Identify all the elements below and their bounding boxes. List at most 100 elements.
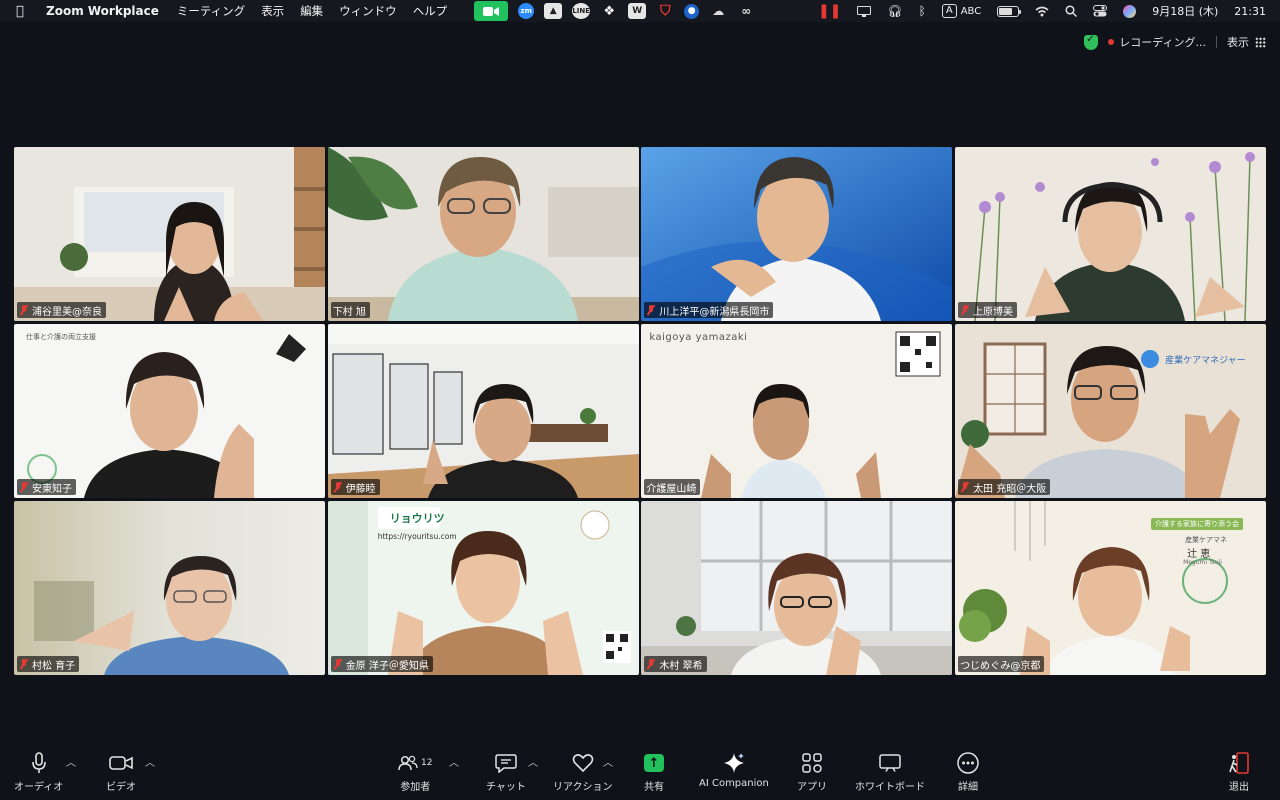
bluetooth-icon[interactable]: ᛒ: [919, 4, 926, 18]
participant-name: 安東知子: [32, 483, 72, 495]
creative-cloud-icon[interactable]: ∞: [737, 3, 755, 19]
video-tile-12[interactable]: 介護する家族に寄り添う会 産業ケアマネ 辻 恵 Megumi Tsuji つじめ…: [955, 501, 1267, 675]
line-icon[interactable]: LINE: [572, 3, 591, 19]
control-center-icon[interactable]: [1093, 5, 1108, 17]
vpn-icon[interactable]: ●: [684, 3, 700, 19]
tile-title-text: 産業ケアマネジャー: [1165, 356, 1246, 366]
meeting-top-bar: レコーディング... 表示: [0, 22, 1280, 62]
video-tile-2-active-speaker[interactable]: 下村 旭: [327, 147, 639, 321]
cloud-sync-icon[interactable]: ☁: [709, 3, 727, 19]
participant-name-tag: 木村 翠希: [644, 656, 707, 672]
meeting-status-area: レコーディング... 表示: [1084, 34, 1266, 50]
participant-name: 川上洋平@新潟県長岡市: [659, 306, 770, 318]
participant-name: 伊藤睦: [345, 483, 376, 495]
menubar-time[interactable]: 21:31: [1234, 5, 1266, 18]
tile-roman-text: Megumi Tsuji: [1183, 559, 1222, 566]
leave-door-icon: [1228, 750, 1250, 776]
participant-name: 太田 充昭＠大阪: [973, 483, 1047, 495]
apps-button[interactable]: アプリ: [797, 750, 827, 793]
participant-name-tag: 上原博美: [958, 302, 1018, 318]
video-tile-5[interactable]: 仕事と介護の両立支援 安東知子: [14, 324, 325, 498]
leave-button[interactable]: 退出: [1228, 750, 1250, 793]
menubar-date[interactable]: 9月18日 (木): [1152, 3, 1218, 19]
display-icon[interactable]: [857, 5, 872, 17]
pause-recording-icon[interactable]: ❚❚: [818, 3, 841, 19]
siri-icon[interactable]: [1123, 4, 1137, 18]
chat-button[interactable]: チャット: [486, 750, 526, 793]
upload-icon[interactable]: ▲: [544, 3, 563, 19]
ai-companion-button[interactable]: AI Companion: [699, 750, 769, 789]
recording-dot-icon: [1108, 39, 1115, 45]
tile-banner-text: 介護する家族に寄り添う会: [1151, 518, 1244, 530]
video-tile-8[interactable]: 産業ケアマネジャー 太田 充昭＠大阪: [955, 324, 1267, 498]
video-tile-7[interactable]: kaigoya yamazaki 介護屋山崎: [641, 324, 953, 498]
apple-icon[interactable]: : [16, 4, 32, 19]
video-feed: [327, 147, 639, 321]
tile-url-text: https://ryouritsu.com: [377, 532, 457, 541]
word-icon[interactable]: W: [628, 3, 647, 19]
status-tray: zm ▲ LINE ❖ W ⛉ ● ☁ ∞: [469, 1, 760, 21]
battery-icon[interactable]: [997, 5, 1022, 17]
headphones-icon[interactable]: 🎧︎: [887, 4, 902, 18]
participant-name: 村松 育子: [32, 660, 76, 672]
menu-help[interactable]: ヘルプ: [413, 3, 448, 19]
video-tile-6[interactable]: 伊藤睦: [327, 324, 639, 498]
app-name-menu[interactable]: Zoom Workplace: [46, 4, 159, 18]
mic-muted-icon: [960, 481, 970, 493]
video-tile-11[interactable]: 木村 翠希: [641, 501, 953, 675]
participants-count: 12: [421, 758, 433, 768]
audio-button[interactable]: オーディオ: [14, 750, 63, 793]
zoom-app-icon[interactable]: zm: [518, 3, 535, 19]
participant-name: 金原 洋子＠愛知県: [345, 660, 429, 672]
zoom-video-icon[interactable]: [474, 1, 509, 21]
chat-options-chevron-icon[interactable]: ︿: [528, 754, 538, 769]
reactions-options-chevron-icon[interactable]: ︿: [603, 754, 613, 769]
participant-name-tag: 太田 充昭＠大阪: [958, 479, 1051, 495]
video-feed: [14, 147, 325, 321]
tile-role-text: 産業ケアマネ: [1185, 536, 1228, 544]
whiteboard-button[interactable]: ホワイトボード: [855, 750, 925, 793]
participant-name: 浦谷里美@奈良: [32, 306, 102, 318]
tile-caption: 仕事と介護の両立支援: [26, 333, 96, 341]
dropbox-icon[interactable]: ❖: [600, 3, 618, 19]
wifi-icon[interactable]: [1035, 6, 1049, 17]
share-button[interactable]: ↑ 共有: [644, 750, 664, 793]
spotlight-search-icon[interactable]: [1065, 5, 1078, 17]
recording-status[interactable]: レコーディング...: [1119, 34, 1206, 50]
video-options-chevron-icon[interactable]: ︿: [145, 754, 155, 769]
participant-name-tag: 介護屋山崎: [644, 479, 701, 495]
share-arrow-icon: ↑: [644, 754, 664, 772]
participant-name-tag: 安東知子: [17, 479, 76, 495]
participant-name-tag: つじめぐみ@京都: [958, 656, 1045, 672]
menu-meeting[interactable]: ミーティング: [177, 3, 245, 19]
mcafee-shield-icon[interactable]: ⛉: [656, 3, 674, 19]
participants-button[interactable]: 12 参加者: [398, 750, 432, 793]
video-feed: [327, 501, 639, 675]
menu-edit[interactable]: 編集: [300, 3, 323, 19]
video-feed: [641, 147, 953, 321]
mic-muted-icon: [333, 658, 343, 670]
video-tile-3[interactable]: 川上洋平@新潟県長岡市: [641, 147, 953, 321]
gallery-grid-icon[interactable]: [1255, 36, 1266, 48]
video-tile-4[interactable]: 上原博美: [955, 147, 1267, 321]
divider: [1216, 36, 1217, 48]
video-tile-10[interactable]: リョウリツ https://ryouritsu.com 金原 洋子＠愛知県: [327, 501, 639, 675]
participants-icon: [398, 755, 418, 771]
participant-name: 木村 翠希: [659, 660, 703, 672]
audio-options-chevron-icon[interactable]: ︿: [66, 754, 76, 769]
participants-options-chevron-icon[interactable]: ︿: [449, 754, 459, 769]
video-tile-1[interactable]: 浦谷里美@奈良: [14, 147, 325, 321]
input-source[interactable]: A ABC: [941, 4, 981, 18]
meeting-controls: オーディオ ︿ ビデオ ︿ 12 参加者 ︿ チャット ︿ リアクション ︿ ↑…: [0, 740, 1280, 800]
menu-window[interactable]: ウィンドウ: [339, 3, 397, 19]
video-tile-9[interactable]: 村松 育子: [14, 501, 325, 675]
security-shield-icon[interactable]: [1084, 34, 1099, 50]
microphone-icon: [31, 750, 47, 776]
video-feed: [955, 147, 1267, 321]
participant-name-tag: 伊藤睦: [330, 479, 380, 495]
macos-menu-bar:  Zoom Workplace ミーティング 表示 編集 ウィンドウ ヘルプ …: [0, 0, 1280, 22]
menu-view[interactable]: 表示: [261, 3, 284, 19]
video-button[interactable]: ビデオ: [106, 750, 136, 793]
more-button[interactable]: 詳細: [957, 750, 979, 793]
view-button[interactable]: 表示: [1227, 34, 1249, 50]
